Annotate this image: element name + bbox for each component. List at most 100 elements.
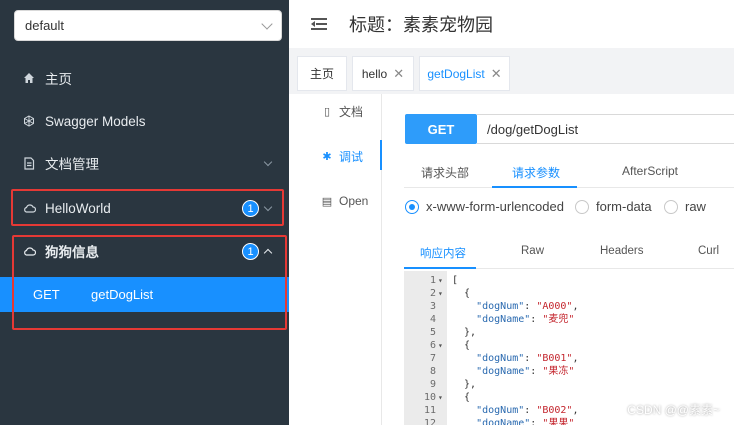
tab-hello[interactable]: hello ✕ <box>352 56 414 91</box>
code-line: 4 "dogName": "麦兜" <box>404 313 734 326</box>
tab-label: hello <box>361 66 388 81</box>
subtab-request-headers[interactable]: 请求头部 <box>421 164 469 181</box>
json-value: "A000" <box>536 301 573 312</box>
chevron-down-icon <box>261 17 273 30</box>
active-rtab-indicator <box>404 267 476 269</box>
line-number: 7 <box>429 353 436 364</box>
vtab-doc[interactable]: ▯ 文档 <box>289 100 382 122</box>
radio-label: form-data <box>596 199 652 214</box>
line-number: 3 <box>429 301 436 312</box>
radio-label: x-www-form-urlencoded <box>426 199 564 214</box>
radio-unchecked-icon <box>575 199 589 214</box>
rtab-headers[interactable]: Headers <box>600 245 643 257</box>
json-key: "dogNum" <box>476 405 525 416</box>
tab-label: 主页 <box>309 67 334 81</box>
page-title: 标题：素素宠物园 <box>349 15 493 35</box>
line-number: 1 <box>429 275 436 286</box>
code-text: { <box>452 288 471 299</box>
subtab-request-params[interactable]: 请求参数 <box>512 164 560 181</box>
sidebar: default 主页 Swagger Models 文档管理 HelloWorl… <box>0 0 289 425</box>
file-icon: ▤ <box>321 195 333 208</box>
code-line: 6 ▾ { <box>404 339 734 352</box>
code-line: 1 ▾ [ <box>404 274 734 287</box>
code-text: "dogNum": "B001", <box>476 353 579 364</box>
url-input[interactable]: /dog/getDogList <box>477 114 734 144</box>
radio-urlencoded[interactable]: x-www-form-urlencoded <box>405 199 564 214</box>
radio-checked-icon <box>405 199 419 214</box>
rtab-raw[interactable]: Raw <box>521 245 544 257</box>
json-key: "dogName" <box>476 366 531 377</box>
vtab-open[interactable]: ▤ Open <box>289 190 382 212</box>
rtab-curl[interactable]: Curl <box>698 245 719 257</box>
code-text: "dogName": "果冻" <box>476 366 575 377</box>
json-key: "dogNum" <box>476 301 525 312</box>
code-line: 9 }, <box>404 378 734 391</box>
radio-label: raw <box>685 199 706 214</box>
json-key: "dogName" <box>476 418 531 425</box>
watermark: CSDN @@素素~ <box>627 403 720 417</box>
json-value: "果果" <box>542 418 575 425</box>
code-text: }, <box>452 379 477 390</box>
radio-raw[interactable]: raw <box>664 199 706 214</box>
header: 标题：素素宠物园 <box>289 0 734 48</box>
code-line: 3 "dogNum": "A000", <box>404 300 734 313</box>
line-number: 11 <box>423 405 436 416</box>
menu-fold-icon[interactable] <box>311 17 327 31</box>
tab-bar: 主页 hello ✕ getDogList ✕ <box>289 48 734 94</box>
sidebar-item-label: 主页 <box>45 72 72 87</box>
close-icon[interactable]: ✕ <box>393 66 404 82</box>
line-number: 5 <box>429 327 436 338</box>
line-number: 4 <box>429 314 436 325</box>
code-line: 7 "dogNum": "B001", <box>404 352 734 365</box>
cube-icon <box>22 114 36 128</box>
tab-home[interactable]: 主页 <box>297 56 347 91</box>
json-value: "麦兜" <box>542 314 575 325</box>
json-value: "果冻" <box>542 366 575 377</box>
active-subtab-indicator <box>492 186 577 188</box>
highlight-box-dog-info <box>12 235 287 330</box>
fold-arrow-icon[interactable]: ▾ <box>438 287 443 300</box>
fold-arrow-icon[interactable]: ▾ <box>438 274 443 287</box>
code-text: "dogName": "麦兜" <box>476 314 575 325</box>
subtab-afterscript[interactable]: AfterScript <box>622 164 678 178</box>
code-text: }, <box>452 327 477 338</box>
sidebar-item-swagger-models[interactable]: Swagger Models <box>0 101 289 141</box>
fold-arrow-icon[interactable]: ▾ <box>438 339 443 352</box>
document-icon <box>22 156 36 170</box>
code-line: 12 "dogName": "果果" <box>404 417 734 425</box>
home-icon <box>22 71 36 85</box>
line-number: 10 <box>423 392 436 403</box>
vtab-label: 文档 <box>339 104 364 119</box>
code-text: { <box>452 392 471 403</box>
fold-arrow-icon[interactable]: ▾ <box>438 391 443 404</box>
method-button[interactable]: GET <box>405 114 477 144</box>
close-icon[interactable]: ✕ <box>491 66 502 82</box>
active-tab-indicator <box>380 140 382 170</box>
sidebar-item-home[interactable]: 主页 <box>0 58 289 98</box>
sidebar-item-doc-management[interactable]: 文档管理 <box>0 143 289 183</box>
json-value: "B001" <box>536 353 573 364</box>
json-key: "dogName" <box>476 314 531 325</box>
vtab-label: 调试 <box>339 149 364 164</box>
radio-form-data[interactable]: form-data <box>575 199 652 214</box>
rtab-response-content[interactable]: 响应内容 <box>420 245 466 261</box>
code-line: 5 }, <box>404 326 734 339</box>
group-select-value: default <box>25 18 65 33</box>
code-text: [ <box>452 275 459 286</box>
tab-getdoglist[interactable]: getDogList ✕ <box>419 56 510 91</box>
sidebar-item-label: 文档管理 <box>45 157 99 172</box>
vtab-label: Open <box>339 194 369 208</box>
json-value: "B002" <box>536 405 573 416</box>
code-text: { <box>452 340 471 351</box>
vtab-debug[interactable]: ✱ 调试 <box>289 145 382 167</box>
line-number: 12 <box>423 418 436 425</box>
code-text: "dogNum": "B002", <box>476 405 579 416</box>
line-number: 9 <box>429 379 436 390</box>
group-select[interactable]: default <box>14 10 282 41</box>
code-text: "dogName": "果果" <box>452 417 574 425</box>
line-number: 2 <box>429 288 436 299</box>
highlight-box-helloworld <box>11 189 284 226</box>
json-key: "dogNum" <box>476 353 525 364</box>
code-text: "dogNum": "A000", <box>476 301 579 312</box>
chevron-down-icon <box>263 157 273 167</box>
